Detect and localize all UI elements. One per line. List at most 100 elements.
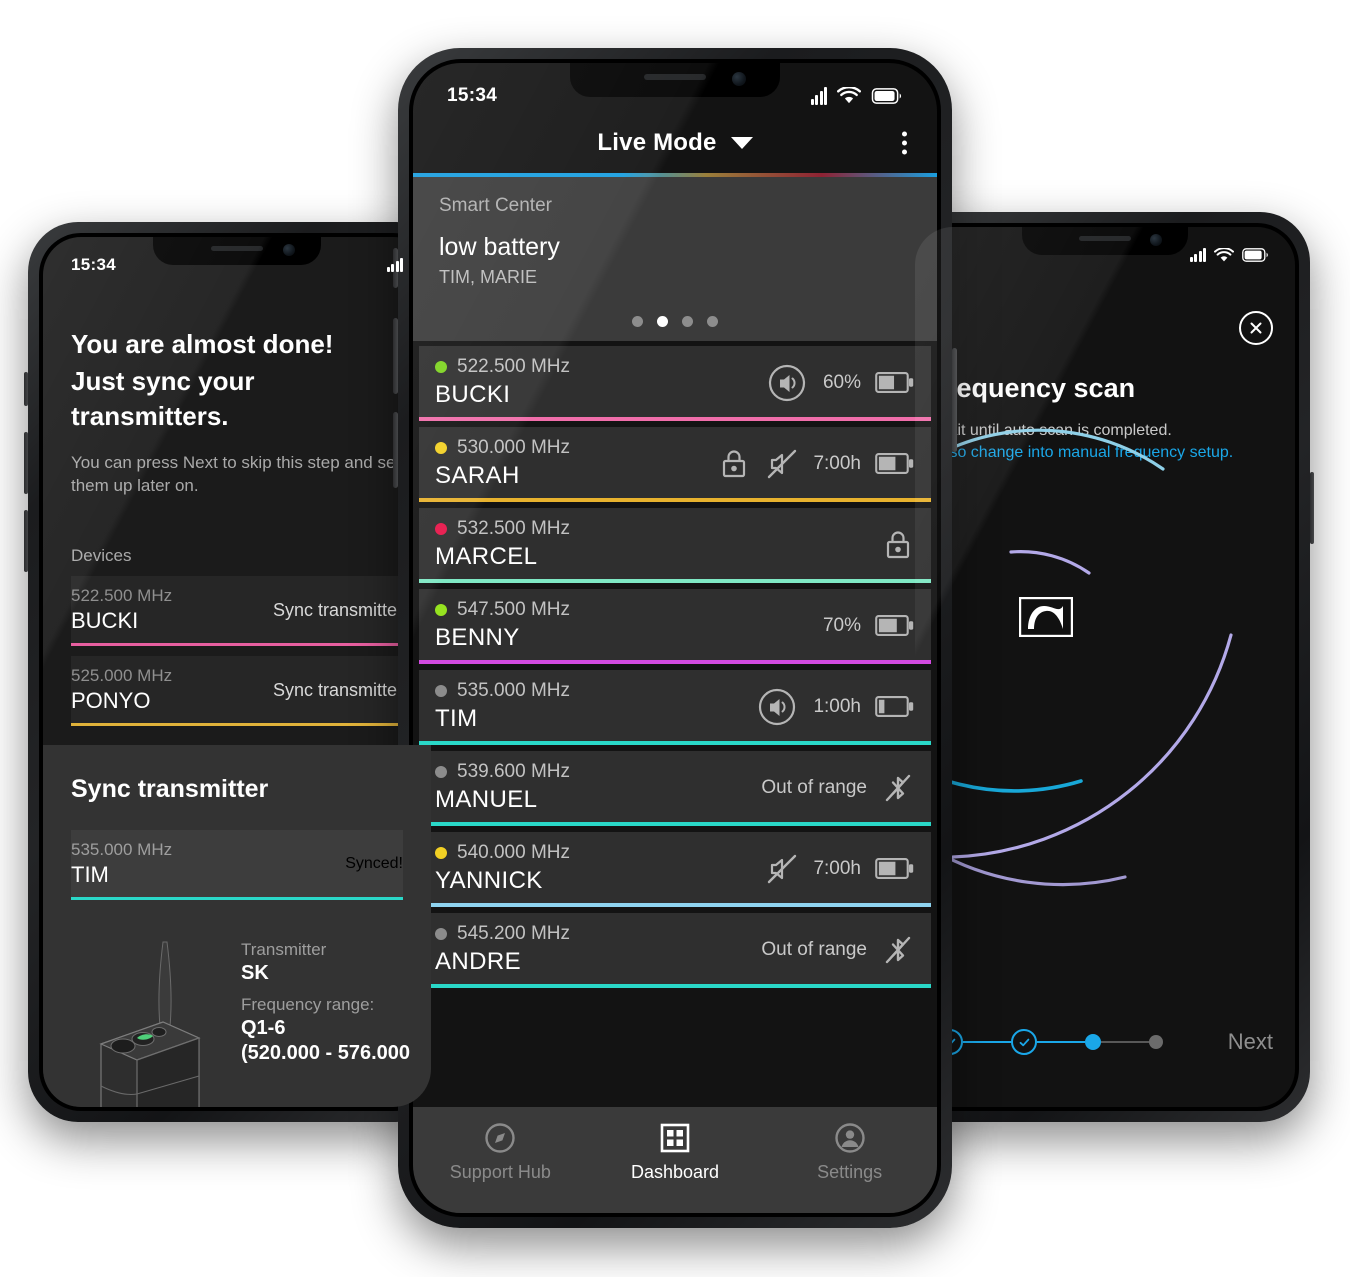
close-button[interactable] [1239,311,1273,345]
device-indicators: 7:00h [765,852,915,886]
device-color-underline [419,741,931,745]
page-indicator-dots[interactable] [413,294,937,341]
smart-center-label: Smart Center [439,195,552,216]
center-phone-device: 15:34 Live Mode Smart Center low battery… [393,48,957,1228]
front-camera [732,72,746,86]
smart-center-subtitle: TIM, MARIE [439,267,537,287]
right-phone-power-button[interactable] [1310,472,1314,544]
step-completed-2[interactable] [1011,1029,1037,1055]
device-row[interactable]: 535.000 MHz TIM 1:00h [419,670,931,745]
kebab-menu-icon[interactable] [896,126,913,161]
screenshot-stage: 15:34 You are almost done! Just sync you… [0,0,1350,1277]
account-icon [834,1123,865,1153]
battery-value: 70% [822,614,861,636]
device-name: TIM [71,862,109,887]
page-dot-active[interactable] [657,316,668,327]
device-state-dot [435,442,447,454]
battery-value: 1:00h [813,695,861,717]
app-bar: Live Mode [413,113,937,173]
tab-dashboard[interactable]: Dashboard [589,1121,762,1183]
device-color-underline [419,498,931,502]
battery-icon [871,88,903,104]
device-row[interactable]: 545.200 MHz ANDRE Out of range [419,913,931,988]
device-status: Out of range [761,938,867,960]
left-phone-mute-switch[interactable] [24,372,28,406]
step-active[interactable] [1085,1034,1101,1050]
device-row[interactable]: 530.000 MHz SARAH 7:00h [419,427,931,502]
device-row[interactable]: 547.500 MHz BENNY 70% [419,589,931,664]
device-indicators: Out of range [761,933,915,967]
step-pending[interactable] [1149,1035,1163,1049]
device-status: Out of range [761,776,867,798]
page-dot[interactable] [707,316,718,327]
device-frequency: 545.200 MHz [457,923,571,944]
wifi-icon [837,87,861,105]
device-name: TIM [435,705,478,732]
left-section-label: Devices [71,546,132,566]
check-icon [1019,1038,1029,1046]
tab-support-hub[interactable]: Support Hub [414,1121,587,1183]
device-row[interactable]: 540.000 MHz YANNICK 7:00h [419,832,931,907]
device-state-dot [435,523,447,535]
device-color-underline [419,660,931,664]
tab-label: Dashboard [630,1162,720,1182]
device-row[interactable]: 539.600 MHz MANUEL Out of range [419,751,931,826]
device-color-underline [71,643,403,647]
device-name: YANNICK [435,867,543,894]
center-phone-volume-down[interactable] [393,412,398,488]
device-frequency: 532.500 MHz [457,518,571,539]
bottom-tab-bar: Support Hub Dashboard Settings [413,1107,937,1213]
right-heading: frequency scan [937,373,1136,403]
speaker-on-icon [768,364,806,401]
device-row[interactable]: 532.500 MHz MARCEL [419,508,931,583]
device-list: 522.500 MHz BUCKI 60% 530.000 MHz SARAH [413,341,937,1107]
right-phone-device: 15:34 f [900,212,1314,1122]
device-indicators: Out of range [761,771,915,805]
device-color-underline [419,417,931,421]
device-name: SARAH [435,462,520,489]
sync-transmitter-sheet: Sync transmitter 535.000 MHz TIM Synced! [43,745,431,1107]
battery-icon [875,615,914,636]
device-name: BUCKI [71,608,139,634]
left-phone-volume-up[interactable] [24,432,28,494]
device-row[interactable]: 522.500 MHz BUCKI 60% [419,346,931,421]
left-phone-volume-down[interactable] [24,510,28,572]
grid-icon [660,1123,690,1153]
center-phone-volume-up[interactable] [393,318,398,394]
next-button[interactable]: Next [1228,1029,1273,1055]
app-title[interactable]: Live Mode [597,129,716,157]
speaker-on-icon [759,688,796,725]
left-device-row[interactable]: 525.000 MHz PONYO Sync transmitter [71,656,403,727]
device-state-dot [435,766,447,778]
close-icon [1250,322,1262,334]
sync-transmitter-action[interactable]: Sync transmitter [273,600,403,621]
left-device-row[interactable]: 522.500 MHz BUCKI Sync transmitter [71,576,403,647]
device-frequency: 525.000 MHz [71,666,173,686]
left-heading-line2: Just sync your transmitters. [71,366,255,432]
bluetooth-off-icon [885,936,911,963]
scan-footer: Next [915,977,1295,1107]
sheet-device-row[interactable]: 535.000 MHz TIM Synced! [71,830,403,900]
bluetooth-off-icon [885,774,911,801]
tab-label: Support Hub [449,1162,551,1182]
battery-value: 60% [822,371,861,393]
page-dot[interactable] [682,316,693,327]
sync-transmitter-action[interactable]: Sync transmitter [273,680,403,701]
left-heading-line1: You are almost done! [71,329,334,359]
chevron-down-icon[interactable] [730,137,753,149]
left-screen-content: You are almost done! Just sync your tran… [43,327,431,1107]
step-connector [963,1041,1011,1043]
smart-center-title: low battery [439,233,560,261]
lock-icon [886,530,910,558]
wifi-icon [1214,247,1234,263]
device-info: 530.000 MHz SARAH [435,437,717,490]
smart-center-card[interactable]: Smart Center low battery TIM, MARIE [413,177,937,294]
speaker-muted-icon [768,854,797,883]
device-info: 545.200 MHz ANDRE [435,923,761,976]
page-dot[interactable] [632,316,643,327]
device-frequency: 522.500 MHz [457,356,571,377]
progress-stepper [937,1029,1212,1055]
center-phone-notch [570,63,780,97]
center-phone-power-button[interactable] [952,348,957,452]
tab-settings[interactable]: Settings [763,1121,936,1183]
